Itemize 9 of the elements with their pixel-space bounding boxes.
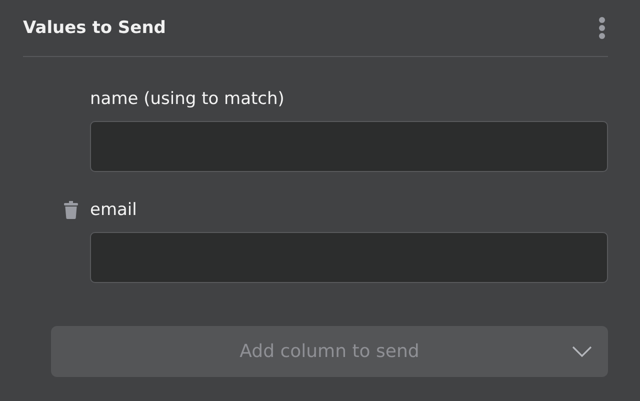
field-label: name (using to match) — [90, 89, 284, 109]
panel-title: Values to Send — [23, 18, 166, 38]
chevron-down-icon — [572, 346, 592, 357]
field-label: email — [90, 200, 137, 220]
add-column-dropdown[interactable]: Add column to send — [51, 326, 608, 377]
more-options-icon[interactable] — [598, 17, 606, 39]
input-field[interactable] — [90, 121, 608, 172]
trash-icon[interactable] — [64, 201, 78, 219]
input-field[interactable] — [90, 232, 608, 283]
